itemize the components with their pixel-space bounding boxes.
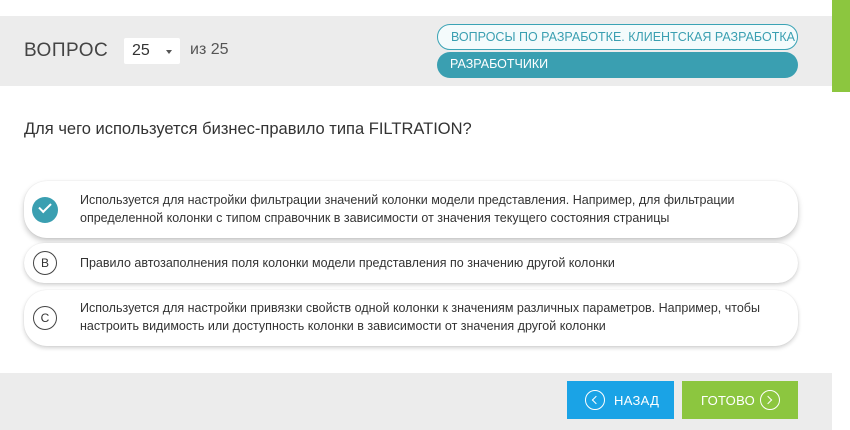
option-marker-c: C [33, 306, 57, 330]
audience-tag[interactable]: РАЗРАБОТЧИКИ [437, 52, 798, 78]
answer-option-a[interactable]: Используется для настройки фильтрации зн… [24, 181, 798, 238]
answer-option-b[interactable]: B Правило автозаполнения поля колонки мо… [24, 243, 798, 283]
side-accent-bar [832, 0, 850, 92]
caret-down-icon [166, 50, 172, 54]
question-number-select[interactable]: 25 [124, 38, 180, 64]
question-header: ВОПРОС 25 из 25 ВОПРОСЫ ПО РАЗРАБОТКЕ. К… [0, 16, 832, 86]
answer-text: Используется для настройки фильтрации зн… [80, 193, 735, 225]
question-text: Для чего используется бизнес-правило тип… [24, 120, 472, 138]
answer-option-c[interactable]: C Используется для настройки привязки св… [24, 290, 798, 346]
check-icon [38, 199, 52, 214]
question-title: ВОПРОС [24, 40, 109, 61]
chevron-right-circle-icon [760, 390, 780, 410]
answer-text: Используется для настройки привязки свой… [80, 301, 760, 333]
back-button[interactable]: НАЗАД [567, 381, 674, 419]
done-button-label: ГОТОВО [701, 393, 756, 408]
footer-bar: НАЗАД ГОТОВО [0, 373, 832, 430]
selected-marker [32, 197, 58, 223]
option-marker-b: B [33, 251, 57, 275]
back-button-label: НАЗАД [614, 393, 660, 408]
question-total: из 25 [190, 41, 229, 58]
chevron-left-circle-icon [585, 390, 605, 410]
answer-text: Правило автозаполнения поля колонки моде… [80, 256, 615, 270]
question-number-value: 25 [132, 42, 150, 59]
top-strip [0, 0, 832, 16]
category-tag[interactable]: ВОПРОСЫ ПО РАЗРАБОТКЕ. КЛИЕНТСКАЯ РАЗРАБ… [437, 24, 798, 50]
done-button[interactable]: ГОТОВО [682, 381, 798, 419]
